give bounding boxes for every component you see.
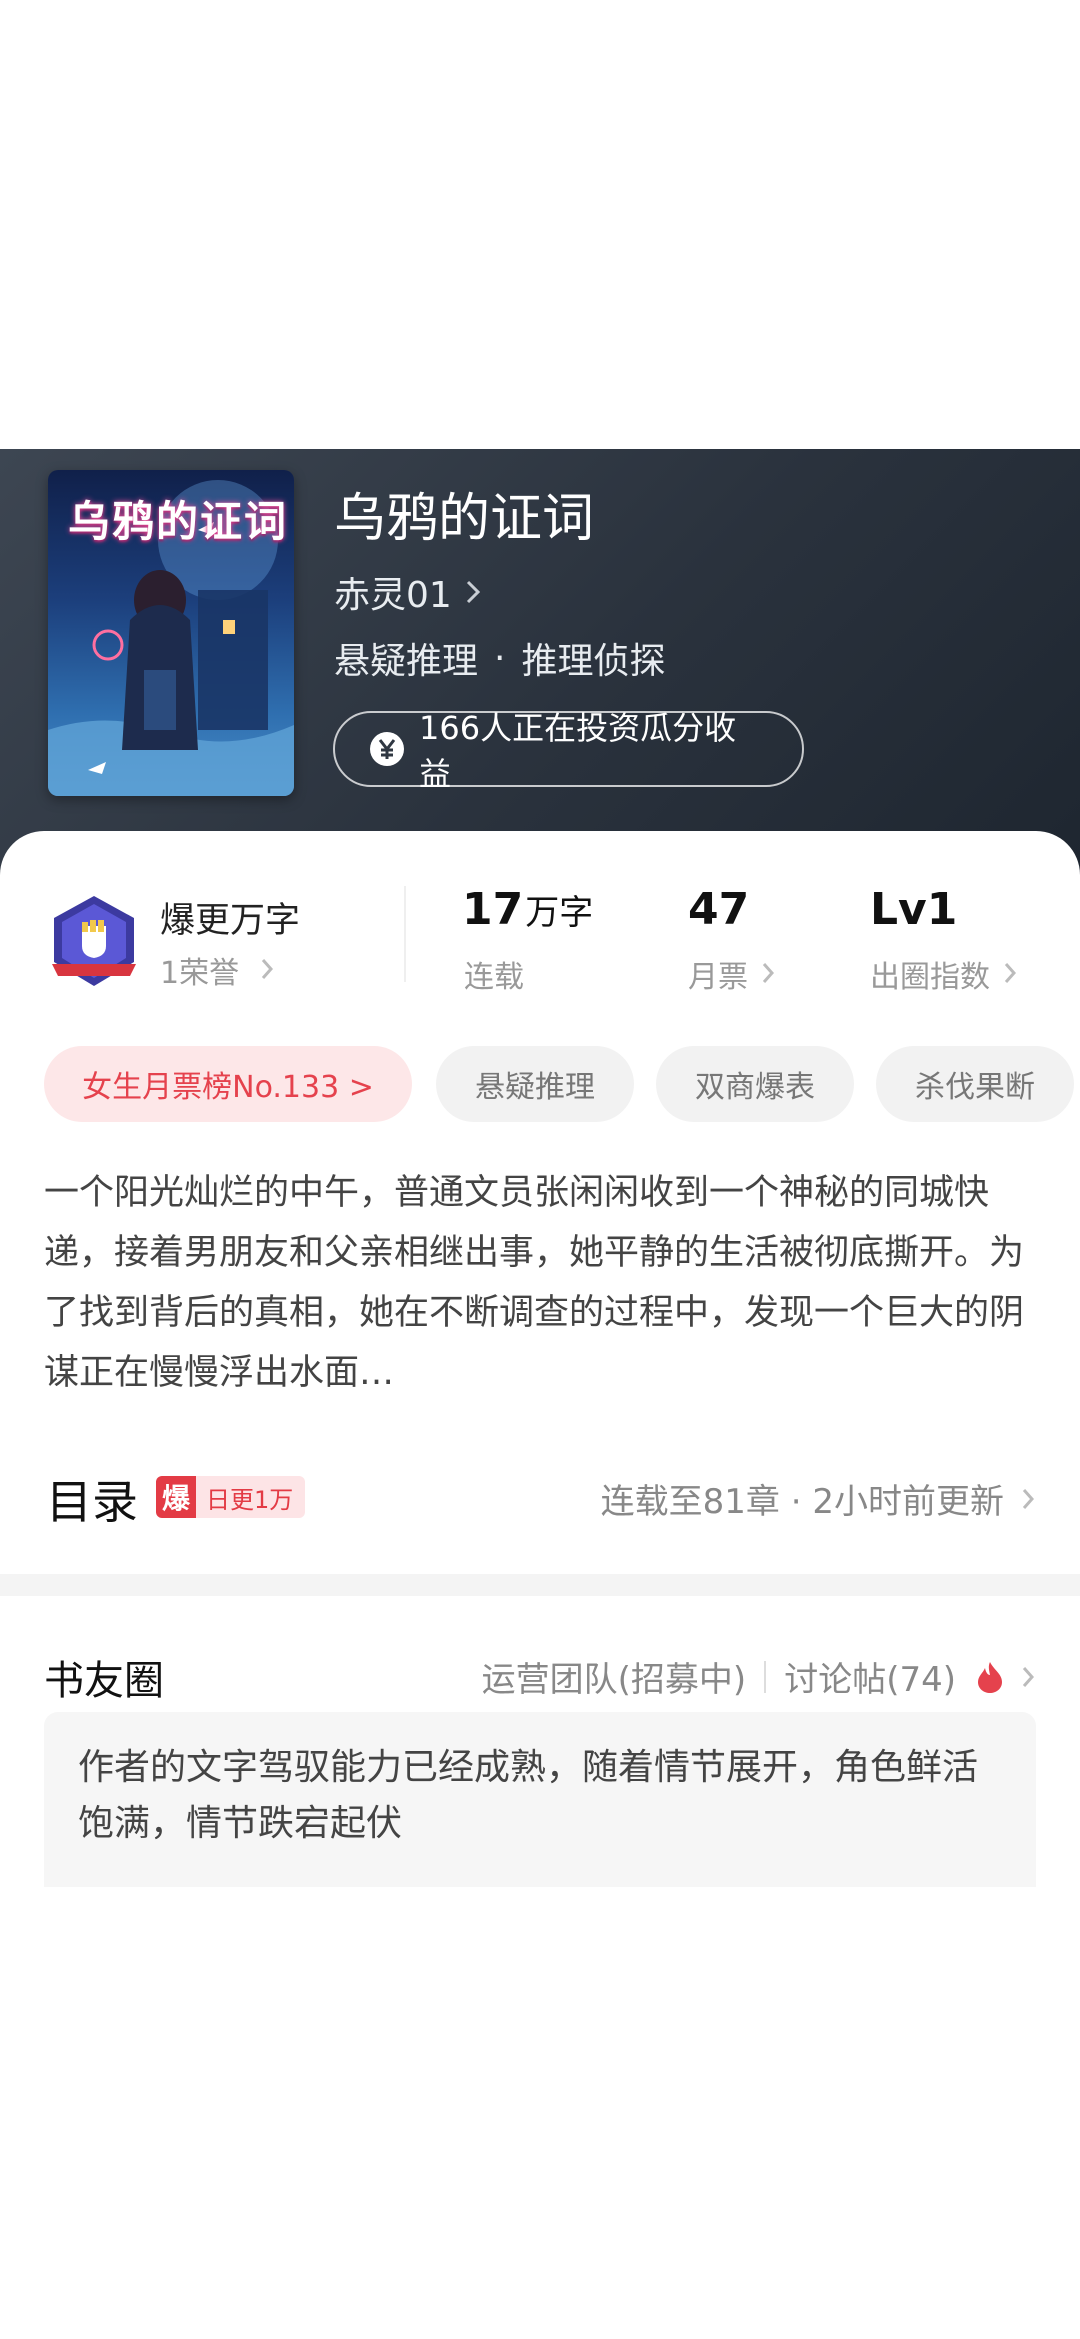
level-link[interactable]: 出圈指数 [870, 952, 1017, 996]
featured-comment-text: 作者的文字驾驭能力已经成熟，随着情节展开，角色鲜活饱满，情节跌宕起伏 [78, 1747, 979, 1844]
word-count-number: 17 [462, 884, 524, 935]
ops-team-link[interactable]: 运营团队(招募中) [482, 1652, 747, 1701]
tag-decisive[interactable]: 杀伐果断 [876, 1046, 1074, 1122]
genre-main[interactable]: 悬疑推理 [334, 632, 478, 684]
bao-icon: 爆 [156, 1476, 196, 1518]
chevron-right-icon [1022, 1479, 1035, 1519]
invest-text: 166人正在投资瓜分收益 [419, 709, 737, 793]
catalog-link[interactable]: 连载至81章 · 2小时前更新 [600, 1474, 1035, 1523]
genre-line: 悬疑推理 · 推理侦探 [334, 632, 665, 684]
monthly-votes-link[interactable]: 月票 [688, 952, 775, 996]
word-count-unit: 万字 [525, 893, 594, 933]
author-link[interactable]: 赤灵01 [334, 566, 480, 618]
update-badge-text: 日更1万 [196, 1476, 306, 1518]
link-separator [764, 1660, 767, 1693]
invest-button[interactable]: 166人正在投资瓜分收益 [333, 709, 804, 793]
chevron-right-icon [1004, 957, 1017, 992]
chevron-right-icon[interactable] [1022, 1657, 1035, 1697]
honor-title: 爆更万字 [160, 901, 301, 941]
honor-link[interactable]: 1荣誉 [160, 948, 274, 992]
cover-title-text: 乌鸦的证词 [68, 497, 289, 546]
honor-count: 1荣誉 [160, 956, 240, 991]
book-cover[interactable]: 乌鸦的证词 [48, 470, 294, 796]
discussion-link[interactable]: 讨论帖(74) [784, 1652, 956, 1701]
monthly-votes-label: 月票 [688, 960, 748, 995]
word-count-value: 17万字 [462, 884, 593, 935]
genre-separator: · [494, 637, 506, 679]
level-value: Lv1 [870, 884, 958, 935]
fist-shield-badge-icon[interactable] [48, 892, 140, 992]
catalog-status-text: 连载至81章 · 2小时前更新 [600, 1482, 1004, 1522]
word-count-label: 连载 [464, 960, 524, 995]
yen-coin-icon [369, 731, 405, 767]
tag-rank[interactable]: 女生月票榜No.133 > [44, 1046, 412, 1122]
author-name: 赤灵01 [334, 575, 452, 616]
tag-high-iq-eq[interactable]: 双商爆表 [656, 1046, 854, 1122]
chevron-right-icon [466, 572, 480, 613]
book-friends-links: 运营团队(招募中) 讨论帖(74) [482, 1652, 1035, 1701]
catalog-title[interactable]: 目录 [46, 1466, 138, 1532]
genre-sub[interactable]: 推理侦探 [521, 632, 665, 684]
chevron-right-icon [762, 957, 775, 992]
book-synopsis[interactable]: 一个阳光灿烂的中午，普通文员张闲闲收到一个神秘的同城快递，接着男朋友和父亲相继出… [44, 1163, 1040, 1403]
chevron-right-icon [261, 953, 274, 988]
tag-suspense[interactable]: 悬疑推理 [436, 1046, 634, 1122]
book-friends-title[interactable]: 书友圈 [44, 1648, 164, 1706]
level-label: 出圈指数 [870, 960, 990, 995]
stats-divider [404, 886, 406, 982]
update-badge: 爆 日更1万 [156, 1476, 306, 1518]
book-title: 乌鸦的证词 [334, 489, 595, 549]
section-divider [0, 1574, 1080, 1596]
flame-icon [976, 1660, 1004, 1694]
monthly-votes-value: 47 [688, 884, 750, 935]
